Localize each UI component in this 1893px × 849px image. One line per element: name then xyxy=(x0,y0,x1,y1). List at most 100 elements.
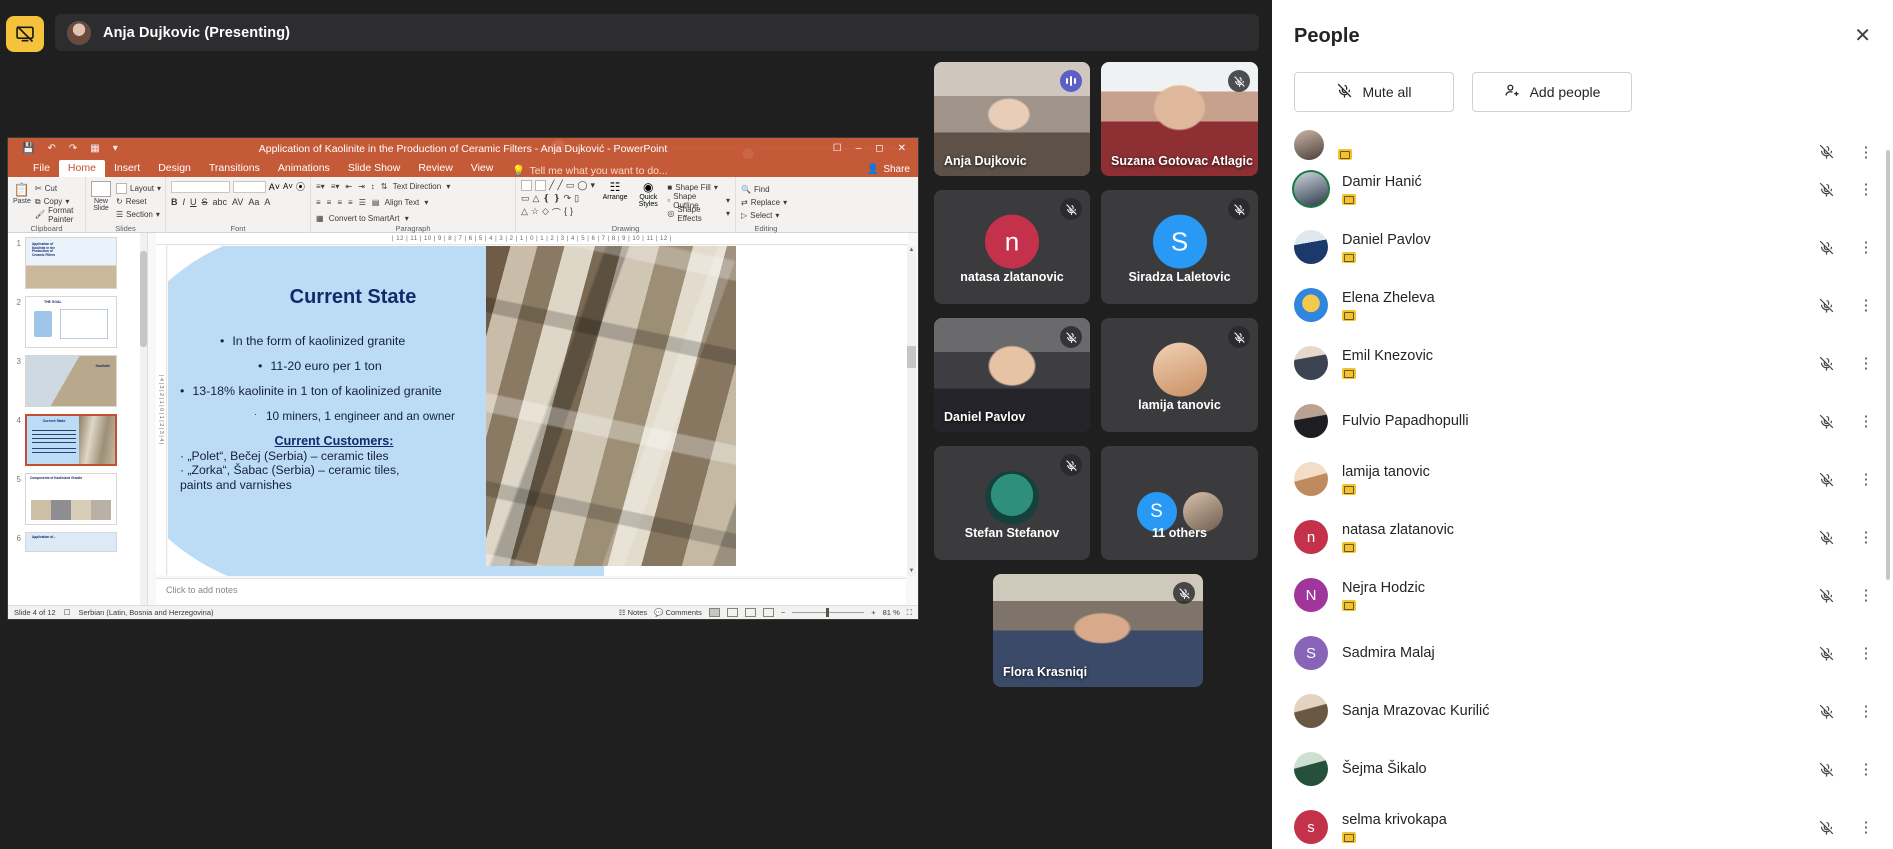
slide-canvas[interactable]: Current State • In the form of kaolinize… xyxy=(168,246,908,576)
shadow-button[interactable]: abc xyxy=(213,197,228,207)
list-item[interactable]: n natasa zlatanovic ⋮ xyxy=(1294,508,1879,566)
mute-all-button[interactable]: Mute all xyxy=(1294,72,1454,112)
slide-scrollbar[interactable]: ▲ ▼ xyxy=(907,246,916,576)
cut-button[interactable]: ✄ Cut xyxy=(35,182,80,195)
people-list-scrollbar[interactable] xyxy=(1886,150,1890,580)
arrange-button[interactable]: ☷ Arrange xyxy=(601,180,629,220)
char-spacing-button[interactable]: AV xyxy=(232,197,243,207)
tell-me-box[interactable]: 💡 Tell me what you want to do... xyxy=(502,164,667,178)
restore-icon[interactable]: ◻ xyxy=(875,143,883,154)
more-options-icon[interactable]: ⋮ xyxy=(1853,414,1879,429)
video-tile-siradza-laletovic[interactable]: S Siradza Laletovic xyxy=(1101,190,1258,304)
list-item[interactable]: N Nejra Hodzic ⋮ xyxy=(1294,566,1879,624)
start-slideshow-icon[interactable]: ▦ xyxy=(90,143,99,154)
arrow-shape-icon[interactable]: ╱ xyxy=(557,180,562,191)
paste-button[interactable]: 📋 Paste xyxy=(13,180,31,221)
change-case-button[interactable]: Aa xyxy=(248,197,259,207)
slide-sorter-view-icon[interactable] xyxy=(726,608,738,617)
share-button[interactable]: 👤 Share xyxy=(867,164,910,175)
align-left-icon[interactable]: ≡ xyxy=(316,198,321,207)
line-spacing-icon[interactable]: ↕ xyxy=(371,182,375,191)
list-item[interactable]: Daniel Pavlov ⋮ xyxy=(1294,218,1879,276)
replace-button[interactable]: ⇄ Replace ▾ xyxy=(741,196,791,209)
more-options-icon[interactable]: ⋮ xyxy=(1853,182,1879,197)
align-center-icon[interactable]: ≡ xyxy=(327,198,332,207)
video-tile-daniel-pavlov[interactable]: Daniel Pavlov xyxy=(934,318,1090,432)
normal-view-icon[interactable] xyxy=(708,608,720,617)
section-button[interactable]: ☰ Section ▾ xyxy=(116,208,161,221)
decrease-indent-icon[interactable]: ⇤ xyxy=(345,182,352,191)
more-options-icon[interactable]: ⋮ xyxy=(1853,356,1879,371)
bullets-icon[interactable]: ≡▾ xyxy=(316,182,325,191)
mic-off-icon[interactable] xyxy=(1813,355,1839,372)
list-item[interactable]: Šejma Šikalo ⋮ xyxy=(1294,740,1879,798)
more-options-icon[interactable]: ⋮ xyxy=(1853,298,1879,313)
thumbnail-4[interactable]: 4 Current State xyxy=(12,414,141,466)
align-right-icon[interactable]: ≡ xyxy=(337,198,342,207)
zoom-slider[interactable] xyxy=(792,608,865,617)
mic-off-icon[interactable] xyxy=(1813,529,1839,546)
list-item[interactable]: Damir Hanić ⋮ xyxy=(1294,160,1879,218)
shape-gallery[interactable]: ╱ ╱ ▭ ◯ ▾ ▭ △ ❴ ❵ ↷ ▯ △ ☆ ◇ ⌒ {} xyxy=(521,180,595,220)
mic-off-icon[interactable] xyxy=(1813,645,1839,662)
rounded-rect-shape-icon[interactable]: ▭ xyxy=(521,193,530,204)
spellcheck-icon[interactable]: ☐ xyxy=(64,608,71,617)
font-size-select[interactable] xyxy=(233,180,266,193)
undo-icon[interactable]: ↶ xyxy=(47,143,55,154)
video-tile-natasa-zlatanovic[interactable]: n natasa zlatanovic xyxy=(934,190,1090,304)
notes-pane[interactable]: Click to add notes xyxy=(156,578,906,606)
list-item[interactable]: Fulvio Papadhopulli ⋮ xyxy=(1294,392,1879,450)
mic-off-icon[interactable] xyxy=(1813,471,1839,488)
tab-file[interactable]: File xyxy=(24,160,59,177)
tab-slide-show[interactable]: Slide Show xyxy=(339,160,410,177)
align-text-button[interactable]: ▤ Align Text ▾ xyxy=(372,196,429,209)
thumbnail-scrollbar[interactable] xyxy=(140,233,147,619)
mic-off-icon[interactable] xyxy=(1813,181,1839,198)
shapes-more-icon[interactable]: ▾ xyxy=(590,180,595,191)
customize-qat-icon[interactable]: ▾ xyxy=(113,143,118,154)
font-family-select[interactable] xyxy=(171,180,231,193)
scroll-up-icon[interactable]: ▲ xyxy=(907,246,916,255)
add-people-button[interactable]: Add people xyxy=(1472,72,1632,112)
language-indicator[interactable]: Serbian (Latin, Bosnia and Herzegovina) xyxy=(78,608,213,617)
slideshow-view-icon[interactable] xyxy=(762,608,774,617)
tab-review[interactable]: Review xyxy=(409,160,461,177)
thumbnail-2[interactable]: 2 THE GOAL xyxy=(12,296,141,348)
vertical-textbox-shape-icon[interactable] xyxy=(535,180,546,191)
oval-shape-icon[interactable]: ◯ xyxy=(577,180,587,191)
notes-toggle[interactable]: ☷ Notes xyxy=(619,608,647,617)
tab-transitions[interactable]: Transitions xyxy=(200,160,269,177)
more-options-icon[interactable]: ⋮ xyxy=(1853,530,1879,545)
mic-off-icon[interactable] xyxy=(1813,703,1839,720)
brace2-shape-icon[interactable]: } xyxy=(570,206,573,219)
select-button[interactable]: ▷ Select ▾ xyxy=(741,209,791,222)
video-tile-suzana-gotovac-atlagic[interactable]: Suzana Gotovac Atlagic xyxy=(1101,62,1258,176)
layout-button[interactable]: Layout ▾ xyxy=(116,182,161,195)
participants-list[interactable]: ⋮ Damir Hanić ⋮ Daniel Pavlov ⋮ Elena Zh… xyxy=(1272,126,1893,849)
tab-animations[interactable]: Animations xyxy=(269,160,339,177)
bracket-shape-icon[interactable]: ❴ xyxy=(542,193,550,204)
stop-presenting-icon[interactable] xyxy=(6,16,44,52)
more-options-icon[interactable]: ⋮ xyxy=(1853,704,1879,719)
columns-icon[interactable]: ☰ xyxy=(359,198,366,207)
arc-shape-icon[interactable]: ⌒ xyxy=(552,206,561,219)
mic-off-icon[interactable] xyxy=(1813,819,1839,836)
bold-button[interactable]: B xyxy=(171,197,178,207)
close-icon[interactable]: ✕ xyxy=(898,143,906,154)
redo-icon[interactable]: ↷ xyxy=(69,143,77,154)
list-item[interactable]: ⋮ xyxy=(1294,126,1879,160)
clear-formatting-icon[interactable]: ⦿ xyxy=(296,180,305,193)
callout-shape-icon[interactable]: ▯ xyxy=(574,193,579,204)
video-tile-flora-krasniqi[interactable]: Flora Krasniqi xyxy=(993,574,1203,687)
italic-button[interactable]: I xyxy=(183,197,186,207)
triangle-shape-icon[interactable]: △ xyxy=(533,193,540,204)
more-options-icon[interactable]: ⋮ xyxy=(1853,820,1879,835)
zoom-in-icon[interactable]: + xyxy=(871,608,875,617)
ribbon-display-options-icon[interactable]: ☐ xyxy=(833,143,842,154)
tab-insert[interactable]: Insert xyxy=(105,160,149,177)
rectangle-shape-icon[interactable]: ▭ xyxy=(566,180,575,191)
more-options-icon[interactable]: ⋮ xyxy=(1853,646,1879,661)
video-tile-anja-dujkovic[interactable]: Anja Dujkovic xyxy=(934,62,1090,176)
increase-indent-icon[interactable]: ⇥ xyxy=(358,182,365,191)
close-icon[interactable]: ✕ xyxy=(1854,26,1871,46)
